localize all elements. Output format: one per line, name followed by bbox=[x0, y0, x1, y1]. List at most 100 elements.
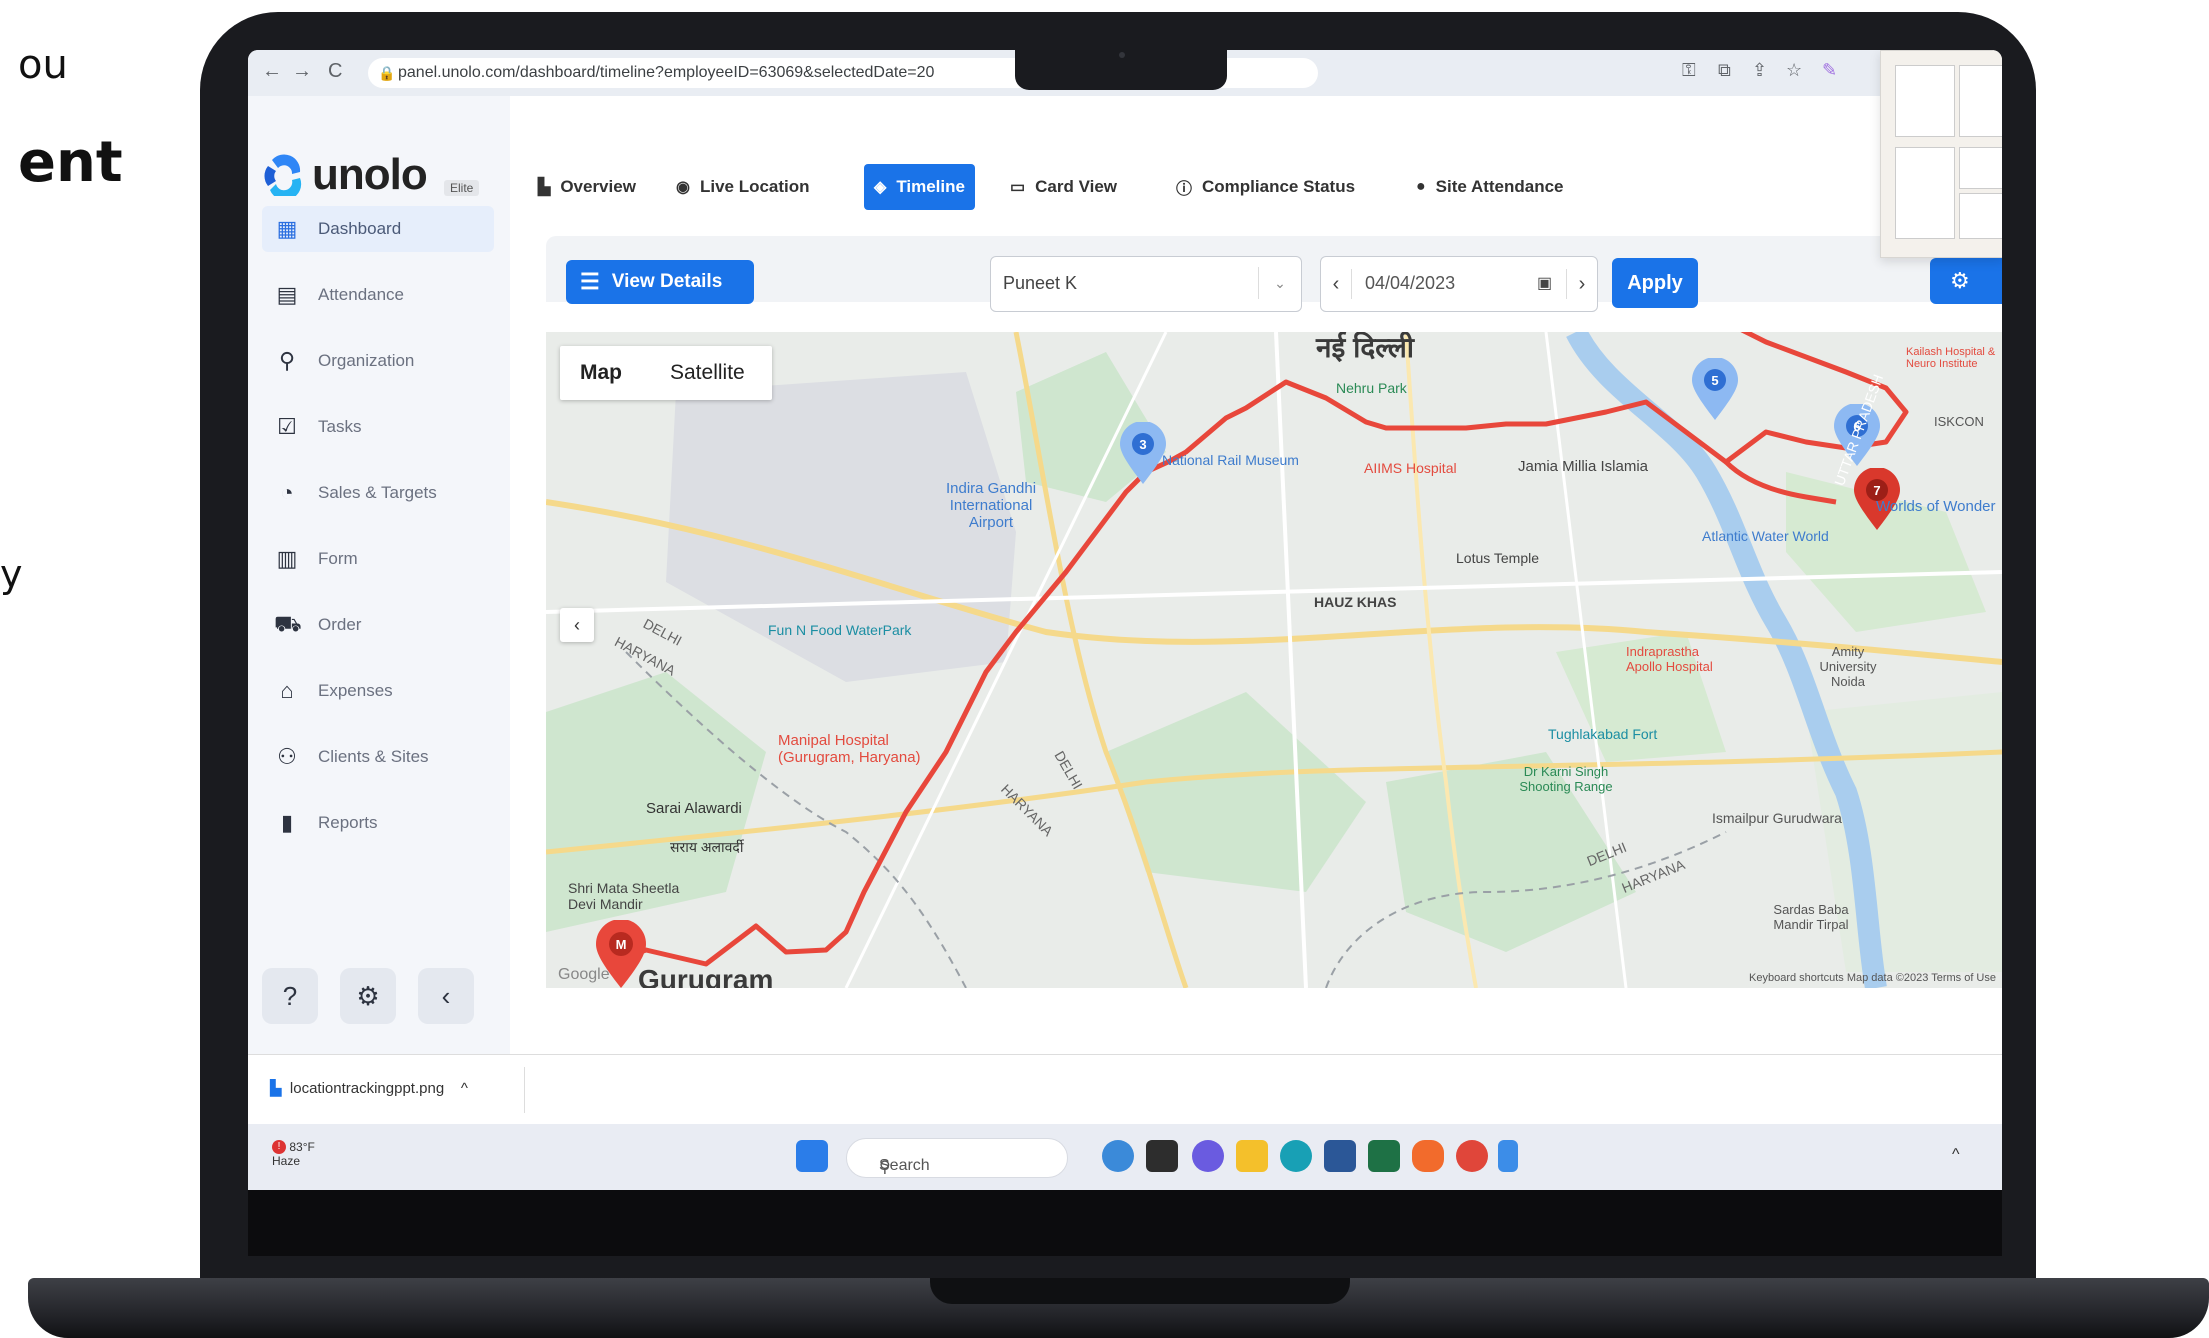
search-placeholder: Search bbox=[879, 1157, 930, 1174]
sidebar-item-attendance[interactable]: ▤ Attendance bbox=[262, 272, 494, 318]
marker-label: M bbox=[616, 937, 627, 952]
apply-button[interactable]: Apply bbox=[1612, 258, 1698, 308]
prev-date-button[interactable]: ‹ bbox=[1321, 269, 1352, 299]
star-icon[interactable]: ☆ bbox=[1786, 60, 1802, 81]
file-explorer-icon[interactable] bbox=[1236, 1140, 1268, 1172]
date-value: 04/04/2023 bbox=[1365, 273, 1456, 293]
document-icon: ▮ bbox=[280, 810, 294, 835]
snap-zone[interactable] bbox=[1959, 147, 2002, 189]
collapse-sidebar-button[interactable]: ‹ bbox=[418, 968, 474, 1024]
help-button[interactable]: ? bbox=[262, 968, 318, 1024]
key-icon[interactable]: ⚿ bbox=[1682, 60, 1696, 81]
tab-live-location[interactable]: ◉ Live Location bbox=[676, 164, 810, 210]
sidebar-item-clients-sites[interactable]: ⚇ Clients & Sites bbox=[262, 734, 494, 780]
map-type-satellite[interactable]: Satellite bbox=[670, 346, 745, 400]
map-attribution[interactable]: Keyboard shortcuts Map data ©2023 Terms … bbox=[1749, 972, 1996, 984]
info-icon: ⓘ bbox=[1176, 181, 1193, 198]
gear-icon: ⚙ bbox=[1950, 268, 1970, 293]
tab-label: Site Attendance bbox=[1435, 177, 1564, 196]
forward-button[interactable]: → bbox=[292, 60, 312, 83]
sidebar-item-organization[interactable]: ⚲ Organization bbox=[262, 338, 494, 384]
employee-select[interactable]: Puneet K ⌄ bbox=[990, 256, 1302, 312]
sidebar-item-label: Form bbox=[318, 549, 358, 568]
snap-zone[interactable] bbox=[1895, 65, 1955, 137]
map-label-kailash: Kailash Hospital & Neuro Institute bbox=[1906, 346, 1996, 370]
brave-icon[interactable] bbox=[1412, 1140, 1444, 1172]
sidebar-item-dashboard[interactable]: ▦ Dashboard bbox=[262, 206, 494, 252]
timeline-map[interactable]: 3 5 6 7 M नई दिल्ली Indira Gandhi Intern… bbox=[546, 332, 2002, 988]
person-icon: ⚲ bbox=[278, 348, 296, 373]
bank-icon: ⌂ bbox=[280, 678, 294, 703]
lock-icon: 🔒 bbox=[378, 65, 396, 81]
map-label-tughlakabad: Tughlakabad Fort bbox=[1548, 726, 1658, 742]
copilot-icon[interactable] bbox=[1102, 1140, 1134, 1172]
map-label-amity: Amity University Noida bbox=[1819, 644, 1877, 689]
view-details-button[interactable]: ☰ View Details bbox=[566, 260, 754, 304]
map-label-sarai-hindi: सराय अलावर्दी bbox=[670, 839, 744, 855]
chat-icon[interactable] bbox=[1192, 1140, 1224, 1172]
tab-label: Live Location bbox=[699, 177, 810, 196]
sidebar-item-expenses[interactable]: ⌂ Expenses bbox=[262, 668, 494, 714]
download-item[interactable]: ▙ locationtrackingppt.png ^ bbox=[270, 1079, 468, 1097]
tab-compliance-status[interactable]: ⓘ Compliance Status bbox=[1176, 164, 1355, 210]
sidebar-item-tasks[interactable]: ☑ Tasks bbox=[262, 404, 494, 450]
snap-zone[interactable] bbox=[1959, 193, 2002, 239]
timeline-pin-icon: ◈ bbox=[874, 179, 887, 196]
unolo-logo-icon bbox=[264, 154, 302, 196]
back-button[interactable]: ← bbox=[262, 60, 282, 83]
tab-site-attendance[interactable]: ● Site Attendance bbox=[1416, 164, 1564, 210]
snap-layout-popup[interactable] bbox=[1880, 50, 2002, 258]
google-logo: Google bbox=[558, 966, 610, 983]
next-date-button[interactable]: › bbox=[1566, 269, 1597, 299]
chevron-up-icon[interactable]: ^ bbox=[461, 1080, 468, 1097]
task-view-icon[interactable] bbox=[1146, 1140, 1178, 1172]
settings-button[interactable]: ⚙ bbox=[340, 968, 396, 1024]
windows-start-icon[interactable] bbox=[796, 1140, 828, 1172]
weather-desc: Haze bbox=[272, 1154, 301, 1168]
map-label-iskcon: ISKCON bbox=[1934, 414, 1984, 429]
sidebar-item-reports[interactable]: ▮ Reports bbox=[262, 800, 494, 846]
system-tray-chevron-icon[interactable]: ^ bbox=[1952, 1146, 1960, 1164]
notepad-icon[interactable] bbox=[1498, 1140, 1518, 1172]
date-picker[interactable]: ‹ 04/04/2023 ▣ › bbox=[1320, 256, 1598, 312]
chevron-down-icon: ⌄ bbox=[1258, 267, 1301, 299]
checkbox-icon: ☑ bbox=[277, 414, 297, 439]
tab-overview[interactable]: ▙ Overview bbox=[538, 164, 636, 210]
sidebar-item-form[interactable]: ▥ Form bbox=[262, 536, 494, 582]
share-icon[interactable]: ⇪ bbox=[1752, 60, 1767, 81]
cast-icon[interactable]: ⧉ bbox=[1718, 60, 1731, 81]
people-icon: ⚇ bbox=[277, 744, 297, 769]
stop-marker-5[interactable]: 5 bbox=[1690, 358, 1740, 422]
snap-zone[interactable] bbox=[1895, 147, 1955, 239]
weather-widget[interactable]: ! 83°F Haze bbox=[272, 1140, 315, 1168]
sidebar-item-order[interactable]: ⛟ Order bbox=[262, 602, 494, 648]
reload-button[interactable]: C bbox=[328, 60, 342, 83]
sidebar-item-sales-targets[interactable]: ◔ Sales & Targets bbox=[262, 470, 494, 516]
sidebar-item-label: Tasks bbox=[318, 417, 362, 436]
calendar-icon[interactable]: ▣ bbox=[1537, 273, 1552, 293]
panel-toggle-button[interactable]: ‹ bbox=[560, 608, 594, 642]
map-type-map[interactable]: Map bbox=[580, 346, 622, 400]
taskbar-search[interactable]: ⚲ Search bbox=[846, 1138, 1068, 1178]
map-settings-button[interactable]: ⚙ bbox=[1930, 258, 2002, 304]
weather-temp: 83°F bbox=[289, 1140, 315, 1154]
alert-badge: ! bbox=[272, 1140, 286, 1154]
tab-card-view[interactable]: ▭ Card View bbox=[1010, 164, 1117, 210]
pen-icon[interactable]: ✎ bbox=[1822, 60, 1837, 81]
sidebar-item-label: Expenses bbox=[318, 681, 393, 700]
edge-icon[interactable] bbox=[1280, 1140, 1312, 1172]
word-icon[interactable] bbox=[1324, 1140, 1356, 1172]
calendar-icon: ▤ bbox=[276, 282, 298, 307]
location-pin-icon: ◉ bbox=[676, 179, 690, 196]
divider bbox=[524, 1067, 525, 1113]
stop-marker-3[interactable]: 3 bbox=[1118, 422, 1168, 486]
tab-label: Card View bbox=[1035, 177, 1118, 196]
snap-zone[interactable] bbox=[1959, 65, 2002, 137]
plan-badge: Elite bbox=[444, 180, 480, 196]
tab-timeline[interactable]: ◈ Timeline bbox=[864, 164, 975, 210]
chrome-icon[interactable] bbox=[1456, 1140, 1488, 1172]
laptop-groove bbox=[930, 1278, 1350, 1304]
excel-icon[interactable] bbox=[1368, 1140, 1400, 1172]
backdrop-text-1: ou bbox=[18, 42, 68, 88]
url-text: panel.unolo.com/dashboard/timeline?emplo… bbox=[398, 64, 935, 81]
